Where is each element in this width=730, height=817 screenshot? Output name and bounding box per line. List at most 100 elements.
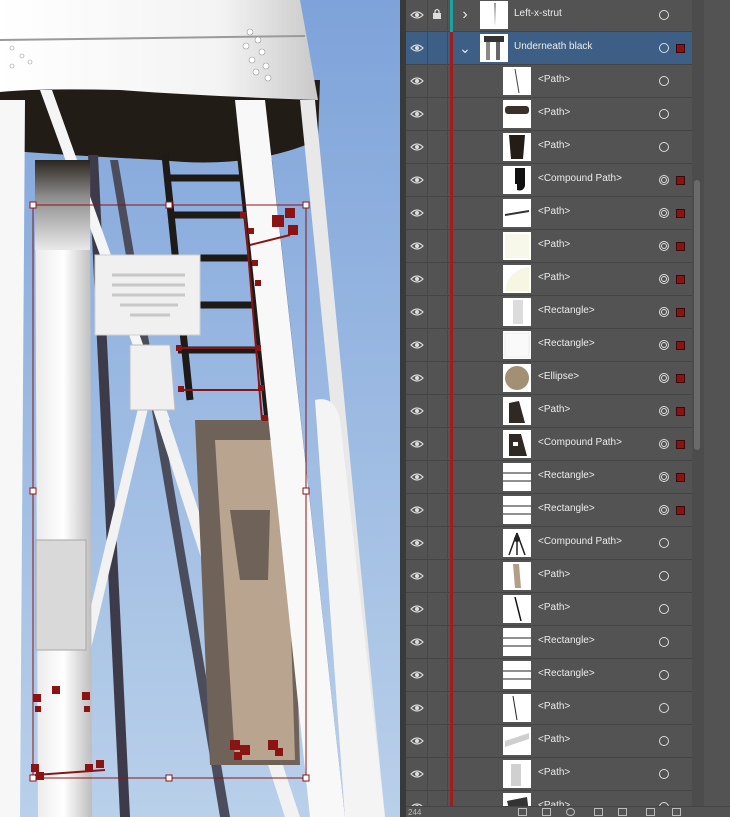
sublayer-row[interactable]: <Rectangle> bbox=[406, 296, 692, 329]
sublayer-row[interactable]: <Compound Path> bbox=[406, 164, 692, 197]
sublayer-row[interactable]: <Compound Path> bbox=[406, 527, 692, 560]
visibility-eye-icon[interactable] bbox=[410, 75, 424, 87]
visibility-eye-icon[interactable] bbox=[410, 603, 424, 615]
selection-indicator[interactable] bbox=[676, 374, 685, 383]
visibility-eye-icon[interactable] bbox=[410, 471, 424, 483]
layer-name[interactable]: <Rectangle> bbox=[538, 305, 595, 316]
new-layer-icon[interactable] bbox=[646, 808, 655, 816]
layer-name[interactable]: <Path> bbox=[538, 701, 570, 712]
layers-scrollbar-thumb[interactable] bbox=[694, 180, 700, 450]
target-circle-icon[interactable] bbox=[659, 208, 669, 218]
target-circle-icon[interactable] bbox=[659, 703, 669, 713]
layer-name[interactable]: <Compound Path> bbox=[538, 437, 622, 448]
layer-name[interactable]: <Compound Path> bbox=[538, 536, 622, 547]
visibility-eye-icon[interactable] bbox=[410, 570, 424, 582]
layer-name[interactable]: <Path> bbox=[538, 107, 570, 118]
visibility-eye-icon[interactable] bbox=[410, 438, 424, 450]
search-icon[interactable] bbox=[566, 808, 575, 816]
sublayer-row[interactable]: <Path> bbox=[406, 692, 692, 725]
visibility-eye-icon[interactable] bbox=[410, 372, 424, 384]
sublayer-row[interactable]: <Rectangle> bbox=[406, 494, 692, 527]
sublayer-row[interactable]: <Compound Path> bbox=[406, 428, 692, 461]
artboard-canvas[interactable] bbox=[0, 0, 400, 817]
target-circle-icon[interactable] bbox=[659, 241, 669, 251]
layer-name[interactable]: <Path> bbox=[538, 74, 570, 85]
lock-icon[interactable] bbox=[432, 8, 442, 20]
target-circle-icon[interactable] bbox=[659, 307, 669, 317]
layer-name[interactable]: <Compound Path> bbox=[538, 173, 622, 184]
visibility-eye-icon[interactable] bbox=[410, 306, 424, 318]
water-tower-artwork[interactable] bbox=[0, 0, 400, 817]
selection-indicator[interactable] bbox=[676, 176, 685, 185]
target-circle-icon[interactable] bbox=[659, 340, 669, 350]
sublayer-row[interactable]: <Path> bbox=[406, 98, 692, 131]
target-circle-icon[interactable] bbox=[659, 604, 669, 614]
target-circle-icon[interactable] bbox=[659, 373, 669, 383]
target-circle-icon[interactable] bbox=[659, 571, 669, 581]
sublayer-row[interactable]: <Rectangle> bbox=[406, 461, 692, 494]
visibility-eye-icon[interactable] bbox=[410, 42, 424, 54]
sublayer-row[interactable]: <Path> bbox=[406, 197, 692, 230]
sublayer-row[interactable]: <Path> bbox=[406, 131, 692, 164]
visibility-eye-icon[interactable] bbox=[410, 141, 424, 153]
target-circle-icon[interactable] bbox=[659, 505, 669, 515]
visibility-eye-icon[interactable] bbox=[410, 768, 424, 780]
visibility-eye-icon[interactable] bbox=[410, 108, 424, 120]
layer-name[interactable]: <Rectangle> bbox=[538, 470, 595, 481]
visibility-eye-icon[interactable] bbox=[410, 405, 424, 417]
target-circle-icon[interactable] bbox=[659, 175, 669, 185]
target-circle-icon[interactable] bbox=[659, 538, 669, 548]
layer-name[interactable]: <Rectangle> bbox=[538, 338, 595, 349]
layer-row[interactable]: › Left-x-strut bbox=[406, 0, 692, 32]
sublayer-row[interactable]: <Path> bbox=[406, 230, 692, 263]
sublayer-row[interactable]: <Path> bbox=[406, 395, 692, 428]
layer-name[interactable]: <Rectangle> bbox=[538, 503, 595, 514]
locate-object-icon[interactable] bbox=[518, 808, 527, 816]
target-circle-icon[interactable] bbox=[659, 43, 669, 53]
sublayer-row[interactable]: <Ellipse> bbox=[406, 362, 692, 395]
target-circle-icon[interactable] bbox=[659, 274, 669, 284]
sublayer-row[interactable]: <Path> bbox=[406, 65, 692, 98]
make-clipping-mask-icon[interactable] bbox=[594, 808, 603, 816]
target-circle-icon[interactable] bbox=[659, 439, 669, 449]
layer-name[interactable]: Underneath black bbox=[514, 41, 592, 52]
sublayer-row[interactable]: <Rectangle> bbox=[406, 626, 692, 659]
layer-name[interactable]: <Path> bbox=[538, 206, 570, 217]
visibility-eye-icon[interactable] bbox=[410, 669, 424, 681]
target-circle-icon[interactable] bbox=[659, 76, 669, 86]
selection-indicator[interactable] bbox=[676, 209, 685, 218]
sublayer-row[interactable]: <Path> bbox=[406, 263, 692, 296]
layer-name[interactable]: <Path> bbox=[538, 734, 570, 745]
layer-name[interactable]: <Rectangle> bbox=[538, 635, 595, 646]
layer-name[interactable]: <Path> bbox=[538, 272, 570, 283]
target-circle-icon[interactable] bbox=[659, 670, 669, 680]
sublayer-row[interactable]: <Path> bbox=[406, 593, 692, 626]
create-sublayer-icon[interactable] bbox=[618, 808, 627, 816]
visibility-eye-icon[interactable] bbox=[410, 735, 424, 747]
visibility-eye-icon[interactable] bbox=[410, 504, 424, 516]
target-circle-icon[interactable] bbox=[659, 472, 669, 482]
layer-name[interactable]: <Path> bbox=[538, 239, 570, 250]
target-circle-icon[interactable] bbox=[659, 142, 669, 152]
export-icon[interactable] bbox=[542, 808, 551, 816]
layer-name[interactable]: <Ellipse> bbox=[538, 371, 579, 382]
layer-name[interactable]: <Rectangle> bbox=[538, 668, 595, 679]
visibility-eye-icon[interactable] bbox=[410, 273, 424, 285]
target-circle-icon[interactable] bbox=[659, 637, 669, 647]
layer-name[interactable]: Left-x-strut bbox=[514, 8, 562, 19]
target-circle-icon[interactable] bbox=[659, 736, 669, 746]
layer-name[interactable]: <Path> bbox=[538, 602, 570, 613]
target-circle-icon[interactable] bbox=[659, 769, 669, 779]
sublayer-row[interactable]: <Path> bbox=[406, 758, 692, 791]
layer-row[interactable]: ⌄ Underneath black bbox=[406, 32, 692, 65]
selection-indicator[interactable] bbox=[676, 473, 685, 482]
visibility-eye-icon[interactable] bbox=[410, 9, 424, 21]
target-circle-icon[interactable] bbox=[659, 109, 669, 119]
visibility-eye-icon[interactable] bbox=[410, 339, 424, 351]
layer-name[interactable]: <Path> bbox=[538, 767, 570, 778]
selection-indicator[interactable] bbox=[676, 275, 685, 284]
sublayer-row[interactable]: <Path> bbox=[406, 560, 692, 593]
delete-icon[interactable] bbox=[672, 808, 681, 816]
selection-indicator[interactable] bbox=[676, 440, 685, 449]
selection-indicator[interactable] bbox=[676, 407, 685, 416]
